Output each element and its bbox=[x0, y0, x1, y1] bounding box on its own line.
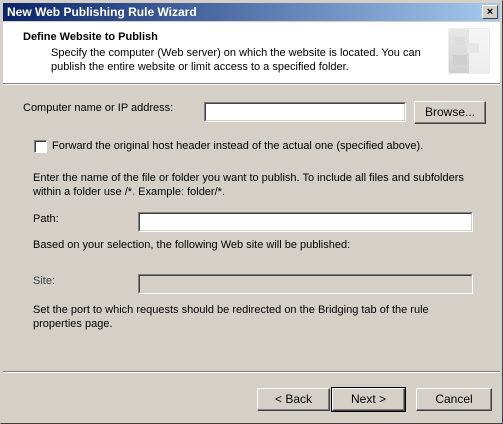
site-field bbox=[138, 274, 473, 294]
path-input[interactable] bbox=[138, 212, 473, 232]
path-instructions: Enter the name of the file or folder you… bbox=[33, 172, 464, 198]
title-bar: New Web Publishing Rule Wizard × bbox=[3, 3, 500, 21]
page-title: Define Website to Publish bbox=[23, 31, 158, 43]
page-subtitle: Specify the computer (Web server) on whi… bbox=[51, 47, 421, 73]
wizard-window: New Web Publishing Rule Wizard × Define … bbox=[0, 0, 503, 424]
forward-header-checkbox[interactable] bbox=[34, 140, 47, 153]
close-icon[interactable]: × bbox=[482, 5, 498, 19]
selection-text: Based on your selection, the following W… bbox=[33, 239, 351, 251]
wizard-header: Define Website to Publish Specify the co… bbox=[3, 22, 500, 83]
forward-header-label[interactable]: Forward the original host header instead… bbox=[52, 140, 423, 152]
browse-button[interactable]: Browse... bbox=[414, 101, 486, 124]
path-label: Path: bbox=[33, 213, 59, 225]
footer-divider bbox=[3, 371, 500, 373]
port-instructions: Set the port to which requests should be… bbox=[33, 304, 429, 330]
computer-name-label: Computer name or IP address: bbox=[23, 102, 174, 114]
header-divider bbox=[3, 83, 500, 85]
wizard-graphic-icon bbox=[448, 28, 490, 74]
cancel-button[interactable]: Cancel bbox=[416, 388, 492, 411]
computer-name-input[interactable] bbox=[204, 102, 406, 122]
back-button[interactable]: < Back bbox=[257, 388, 330, 411]
site-label: Site: bbox=[33, 275, 56, 287]
next-button[interactable]: Next > bbox=[331, 387, 406, 412]
window-title: New Web Publishing Rule Wizard bbox=[7, 5, 197, 19]
